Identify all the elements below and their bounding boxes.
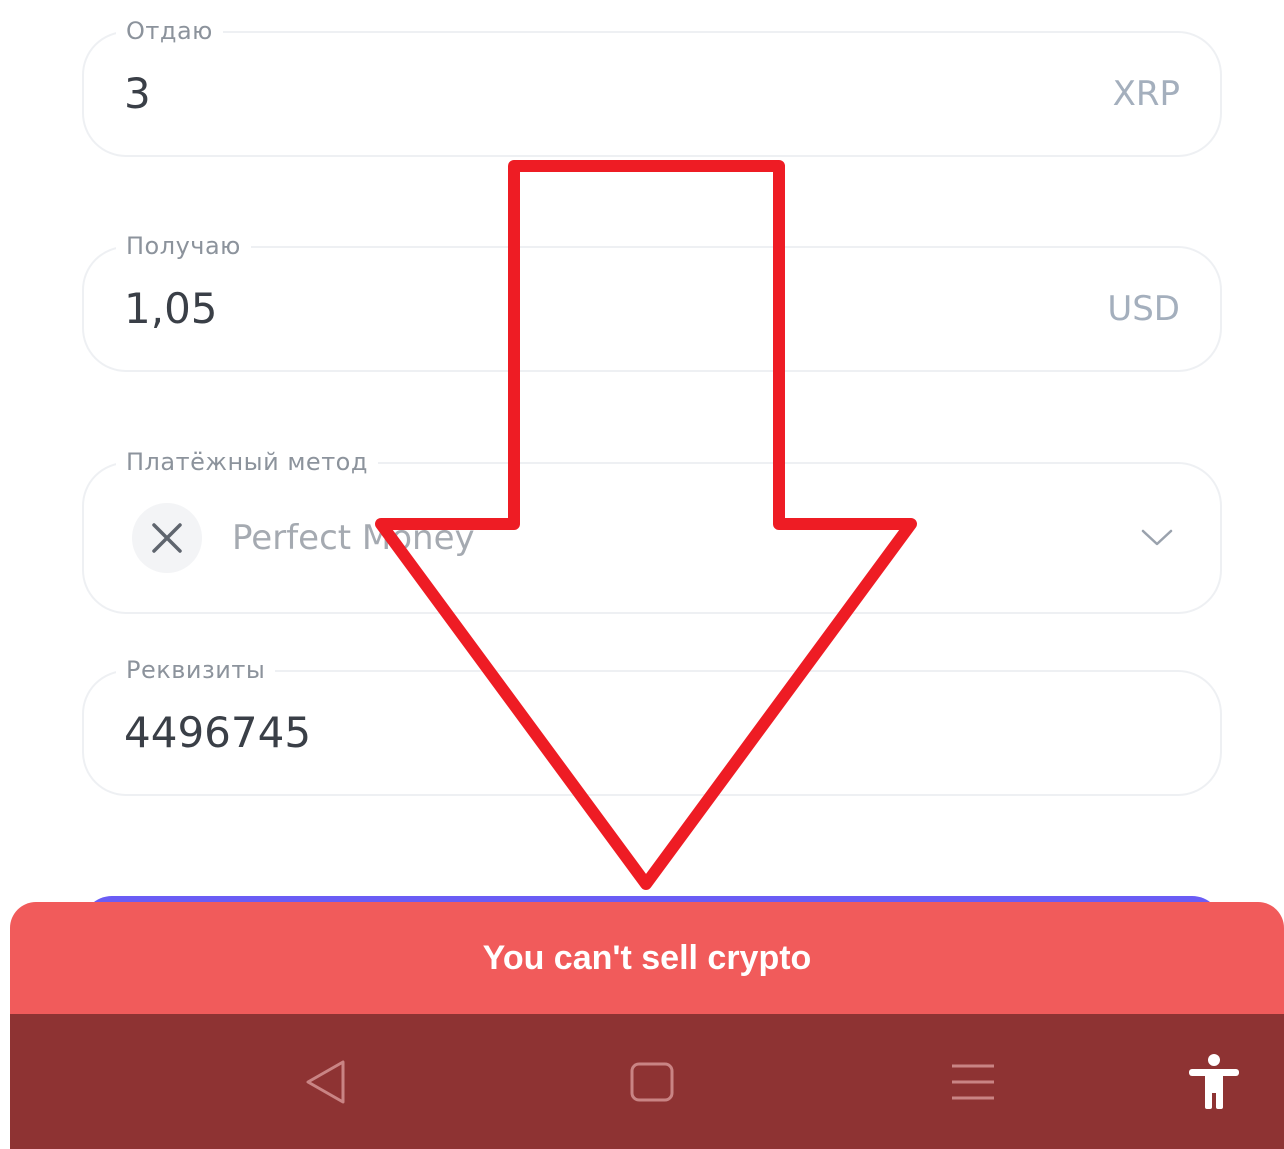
give-amount-field[interactable]: Отдаю 3 XRP [82,16,1222,157]
give-currency-label: XRP [1112,74,1180,114]
give-amount-value[interactable]: 3 [124,69,151,119]
android-nav-bar [10,1014,1284,1149]
toast-message: You can't sell crypto [482,938,812,977]
chevron-down-icon[interactable] [1140,528,1174,548]
payment-details-label: Реквизиты [116,655,276,685]
menu-lines-icon [952,1064,994,1099]
receive-amount-field[interactable]: Получаю 1,05 USD [82,231,1222,372]
back-triangle-icon [306,1060,345,1103]
give-amount-label: Отдаю [116,16,223,46]
payment-method-select[interactable]: Платёжный метод Perfect Money [82,447,1222,614]
accessibility-icon [1189,1053,1239,1109]
nav-accessibility-button[interactable] [1186,1053,1242,1111]
payment-method-logo [132,503,202,573]
payment-details-field[interactable]: Реквизиты 4496745 [82,655,1222,796]
close-x-icon [152,523,182,553]
nav-home-button[interactable] [630,1062,674,1102]
home-square-icon [630,1062,674,1101]
nav-back-button[interactable] [304,1059,348,1105]
payment-details-value[interactable]: 4496745 [124,708,311,758]
nav-recents-button[interactable] [950,1062,996,1102]
error-toast: You can't sell crypto [10,902,1284,1149]
receive-amount-label: Получаю [116,231,251,261]
receive-amount-value[interactable]: 1,05 [124,284,218,334]
receive-currency-label: USD [1107,289,1180,329]
payment-method-value: Perfect Money [232,518,475,558]
payment-method-label: Платёжный метод [116,447,378,477]
